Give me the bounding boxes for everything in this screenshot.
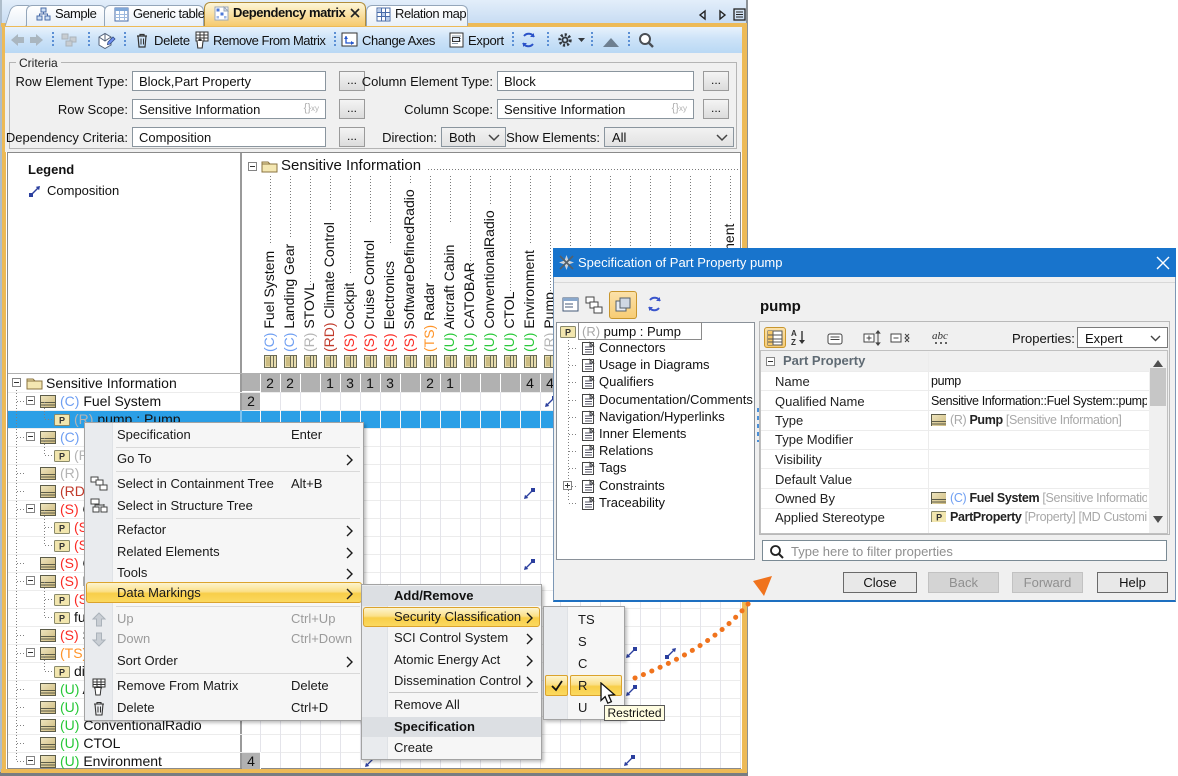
svg-text:P: P (936, 513, 942, 523)
svg-text:P: P (565, 328, 571, 338)
svg-text:P: P (59, 596, 65, 606)
svg-text:A: A (791, 329, 797, 338)
svg-text:P: P (59, 542, 65, 552)
svg-text:P: P (59, 524, 65, 534)
svg-text:P: P (59, 668, 65, 678)
svg-text:abc: abc (932, 330, 948, 342)
svg-text:Z: Z (791, 338, 796, 345)
svg-text:P: P (59, 614, 65, 624)
svg-text:P: P (59, 452, 65, 462)
svg-text:P: P (59, 416, 65, 426)
